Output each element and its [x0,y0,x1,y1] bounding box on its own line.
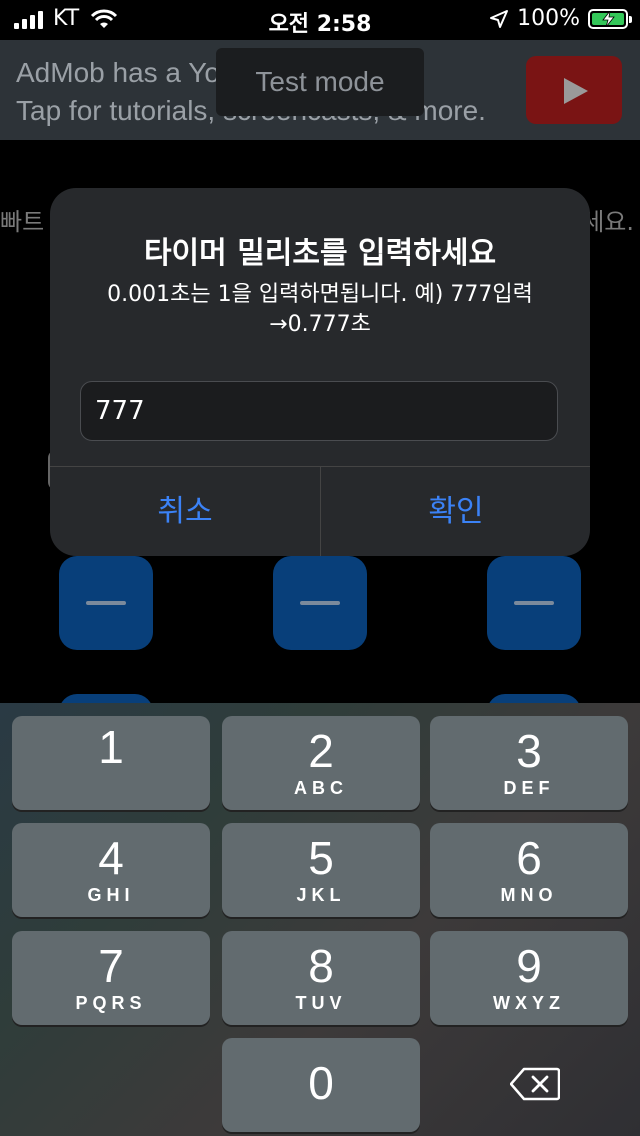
key-2[interactable]: 2 ABC [222,716,420,810]
backspace-icon [510,1067,560,1101]
test-mode-badge: Test mode [216,48,424,116]
milliseconds-input[interactable]: 777 [80,381,558,441]
confirm-button[interactable]: 확인 [321,467,590,556]
key-digit: 3 [516,725,542,777]
status-right: 100% [489,6,632,31]
key-digit: 6 [516,832,542,884]
minus-button-left[interactable] [59,556,153,650]
alert-title: 타이머 밀리초를 입력하세요 [143,236,497,271]
key-letters: WXYZ [493,993,565,1013]
key-letters: JKL [296,885,346,905]
key-digit: 8 [308,940,334,992]
key-0[interactable]: 0 [222,1038,420,1132]
key-6[interactable]: 6 MNO [430,823,628,917]
key-3[interactable]: 3 DEF [430,716,628,810]
key-letters: GHI [87,885,135,905]
minus-icon [86,601,126,605]
battery-percent: 100% [517,6,580,31]
key-4[interactable]: 4 GHI [12,823,210,917]
key-digit: 1 [98,721,124,773]
key-letters: MNO [500,885,558,905]
status-bar: KT 오전 2:58 100% [0,0,640,40]
key-letters: DEF [503,778,555,798]
key-5[interactable]: 5 JKL [222,823,420,917]
location-arrow-icon [490,9,509,28]
timer-input-alert: 타이머 밀리초를 입력하세요 0.001초는 1을 입력하면됩니다. 예) 77… [50,188,590,556]
key-1[interactable]: 1 [12,716,210,810]
minus-button-center[interactable] [273,556,367,650]
minus-icon [300,601,340,605]
key-digit: 9 [516,940,542,992]
key-7[interactable]: 7 PQRS [12,931,210,1025]
key-letters: ABC [294,778,348,798]
minus-icon [514,601,554,605]
alert-message: 0.001초는 1을 입력하면됩니다. 예) 777입력 →0.777초 [107,282,533,337]
battery-icon [588,8,632,29]
key-8[interactable]: 8 TUV [222,931,420,1025]
key-letters: PQRS [75,993,147,1013]
key-digit: 2 [308,725,334,777]
key-digit: 7 [98,940,124,992]
ad-line-1: AdMob has a Yo [16,57,220,88]
key-9[interactable]: 9 WXYZ [430,931,628,1025]
youtube-play-icon[interactable] [526,56,622,124]
key-digit: 5 [308,832,334,884]
minus-button-right[interactable] [487,556,581,650]
cancel-button[interactable]: 취소 [50,467,320,556]
backspace-key[interactable] [432,1040,628,1134]
background-text-left: 빠트 [0,208,45,236]
key-digit: 4 [98,832,124,884]
key-digit: 0 [308,1057,334,1109]
charging-bolt-icon [602,10,615,27]
key-letters: TUV [295,993,347,1013]
